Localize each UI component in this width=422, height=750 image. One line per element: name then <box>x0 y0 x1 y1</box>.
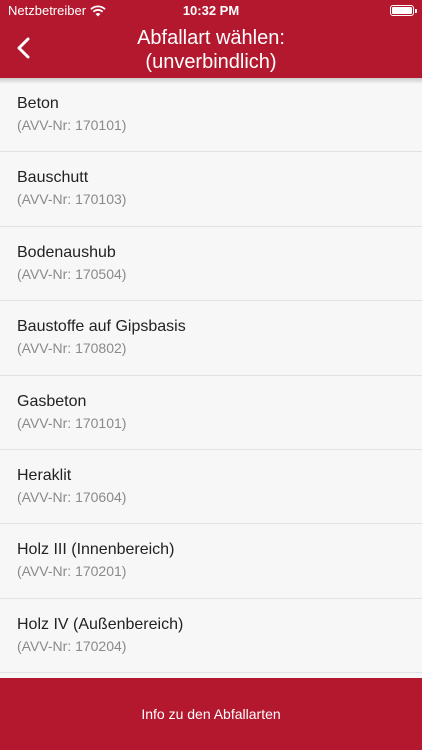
list-item-name: Beton <box>17 95 59 112</box>
battery-icon <box>390 5 417 16</box>
list-item-code: (AVV-Nr: 170101) <box>17 117 127 133</box>
back-button[interactable] <box>12 34 36 62</box>
list-item-name: Bodenaushub <box>17 243 116 261</box>
list-item-code: (AVV-Nr: 170204) <box>17 637 127 654</box>
app-header: Netzbetreiber 10:32 PM Abfallart wählen:… <box>0 0 422 78</box>
list-item-code: (AVV-Nr: 170504) <box>17 265 127 282</box>
list-item-code: (AVV-Nr: 170802) <box>17 340 127 357</box>
page-title-line2: (unverbindlich) <box>145 51 277 73</box>
waste-type-list: Beton (AVV-Nr: 170101) Bauschutt (AVV-Nr… <box>0 78 422 678</box>
list-item[interactable]: Baustoffe auf Gipsbasis (AVV-Nr: 170802) <box>0 301 422 376</box>
status-time: 10:32 PM <box>182 3 240 18</box>
status-bar: Netzbetreiber 10:32 PM <box>0 0 422 22</box>
list-item-name: Gasbeton <box>17 392 87 410</box>
chevron-left-icon <box>17 37 30 59</box>
info-button-label: Info zu den Abfallarten <box>141 706 281 722</box>
nav-bar: Abfallart wählen: (unverbindlich) <box>0 22 422 78</box>
list-item-name: Holz IV (Außenbereich) <box>17 615 184 633</box>
list-item-name: Bauschutt <box>17 169 89 187</box>
list-item[interactable]: Holz IV (Außenbereich) (AVV-Nr: 170204) <box>0 599 422 674</box>
list-item-code: (AVV-Nr: 170103) <box>17 191 127 208</box>
list-item[interactable]: Beton (AVV-Nr: 170101) <box>0 78 422 153</box>
list-item[interactable]: Holz III (Innenbereich) (AVV-Nr: 170201) <box>0 524 422 599</box>
header-shadow <box>0 78 422 84</box>
list-item[interactable]: Bauschutt (AVV-Nr: 170103) <box>0 152 422 227</box>
info-button[interactable]: Info zu den Abfallarten <box>0 678 422 750</box>
list-item[interactable]: Bodenaushub (AVV-Nr: 170504) <box>0 227 422 302</box>
list-item-code: (AVV-Nr: 170101) <box>17 414 127 431</box>
list-item-code: (AVV-Nr: 170604) <box>17 488 127 505</box>
page-title-line1: Abfallart wählen: <box>137 27 285 49</box>
list-item-name: Heraklit <box>17 466 72 484</box>
page-title: Abfallart wählen: (unverbindlich) <box>50 26 372 74</box>
list-item-name: Holz III (Innenbereich) <box>17 541 175 559</box>
list-item-name: Baustoffe auf Gipsbasis <box>17 318 186 336</box>
list-item-code: (AVV-Nr: 170201) <box>17 563 127 580</box>
list-item[interactable]: Heraklit (AVV-Nr: 170604) <box>0 450 422 525</box>
list-item[interactable]: Gasbeton (AVV-Nr: 170101) <box>0 376 422 450</box>
